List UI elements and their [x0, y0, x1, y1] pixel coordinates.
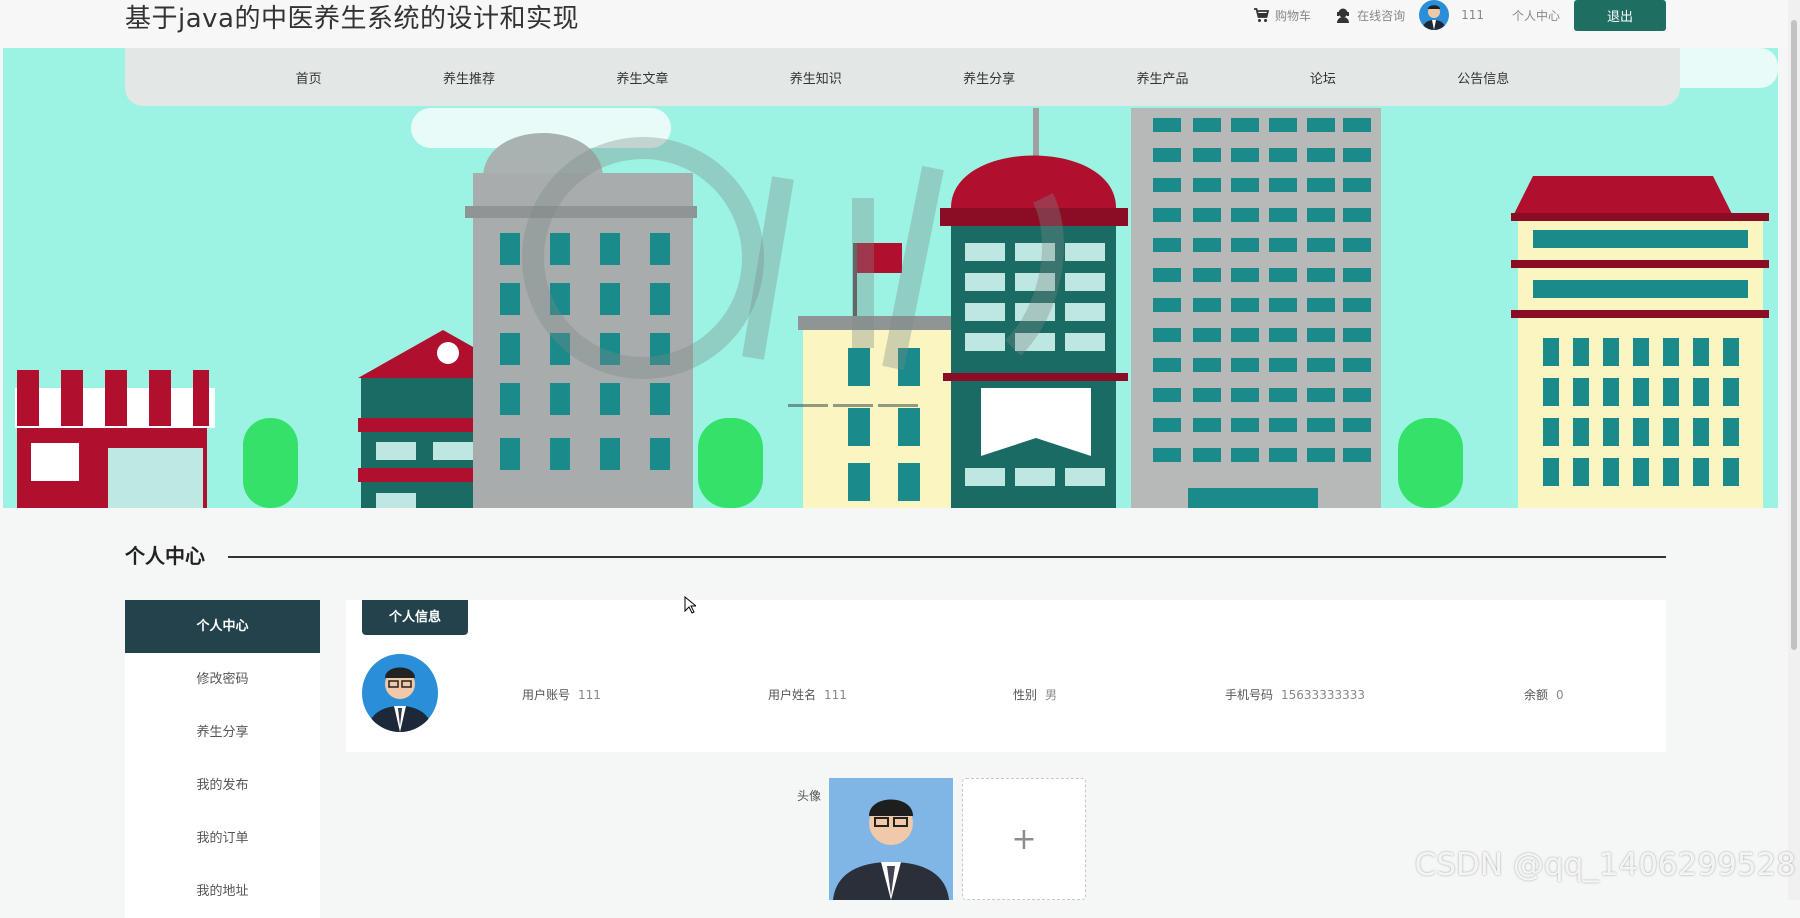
banner-image [3, 48, 1778, 508]
side-item-user-center[interactable]: 个人中心 [125, 600, 320, 653]
section-title: 个人中心 [125, 544, 205, 568]
username-label: 111 [1461, 8, 1484, 22]
side-item-my-address[interactable]: 我的地址 [125, 865, 320, 918]
page-scrollbar[interactable] [1788, 0, 1800, 900]
side-menu: 个人中心 修改密码 养生分享 我的发布 我的订单 我的地址 [125, 600, 320, 918]
field-name: 用户姓名 111 [768, 686, 847, 703]
field-phone: 手机号码 15633333333 [1225, 686, 1365, 703]
field-balance: 余额 0 [1524, 686, 1564, 703]
field-gender-value: 男 [1045, 688, 1058, 702]
site-title: 基于java的中医养生系统的设计和实现 [125, 4, 579, 34]
field-name-label: 用户姓名 [768, 688, 817, 702]
avatar-upload-label: 头像 [797, 789, 822, 803]
nav-item-home[interactable]: 首页 [296, 68, 322, 87]
field-name-value: 111 [824, 688, 847, 702]
cart-link[interactable]: 购物车 [1253, 7, 1311, 24]
nav-item-articles[interactable]: 养生文章 [616, 68, 668, 87]
nav-item-knowledge[interactable]: 养生知识 [790, 68, 842, 87]
field-account-label: 用户账号 [522, 688, 571, 702]
side-item-my-posts[interactable]: 我的发布 [125, 759, 320, 812]
nav-item-products[interactable]: 养生产品 [1137, 68, 1189, 87]
cart-label: 购物车 [1275, 8, 1312, 23]
field-gender-label: 性别 [1013, 688, 1038, 702]
field-balance-value: 0 [1556, 688, 1564, 702]
field-account-value: 111 [578, 688, 601, 702]
field-phone-value: 15633333333 [1281, 688, 1365, 702]
logout-button[interactable]: 退出 [1574, 0, 1666, 31]
consult-link[interactable]: 在线咨询 [1335, 7, 1405, 24]
field-account: 用户账号 111 [522, 686, 601, 703]
scrollbar-thumb[interactable] [1791, 20, 1797, 650]
nav-item-recommend[interactable]: 养生推荐 [443, 68, 495, 87]
user-center-label: 个人中心 [1511, 8, 1560, 23]
top-bar: 基于java的中医养生系统的设计和实现 购物车 在线咨询 111 个人中心 退出 [0, 0, 1800, 48]
nav-item-share[interactable]: 养生分享 [963, 68, 1015, 87]
section-divider [228, 556, 1666, 558]
user-center-link[interactable]: 个人中心 [1512, 7, 1560, 24]
field-balance-label: 余额 [1524, 688, 1549, 702]
nav-item-forum[interactable]: 论坛 [1310, 68, 1336, 87]
cart-icon [1254, 7, 1270, 22]
profile-avatar [362, 654, 438, 732]
side-item-share[interactable]: 养生分享 [125, 706, 320, 759]
profile-card: 个人信息 用户账号 111 用户姓名 111 性别男 手机号码 15633333333… [346, 600, 1666, 752]
headset-icon [1337, 8, 1350, 23]
main-nav: 首页 养生推荐 养生文章 养生知识 养生分享 养生产品 论坛 公告信息 [125, 48, 1680, 106]
watermark-text: CSDN @qq_1406299528 [1414, 847, 1796, 883]
mouse-cursor-icon [684, 595, 698, 618]
consult-label: 在线咨询 [1357, 8, 1406, 23]
field-gender: 性别男 [1013, 686, 1057, 703]
avatar-upload-preview[interactable] [829, 778, 953, 900]
side-item-my-orders[interactable]: 我的订单 [125, 812, 320, 865]
profile-tab[interactable]: 个人信息 [362, 600, 468, 635]
field-phone-label: 手机号码 [1225, 688, 1274, 702]
avatar-add-button[interactable]: + [962, 778, 1086, 900]
nav-item-notices[interactable]: 公告信息 [1457, 68, 1509, 87]
side-item-change-password[interactable]: 修改密码 [125, 653, 320, 706]
top-actions: 购物车 在线咨询 111 个人中心 退出 [1229, 0, 1666, 31]
user-avatar[interactable] [1419, 0, 1450, 30]
